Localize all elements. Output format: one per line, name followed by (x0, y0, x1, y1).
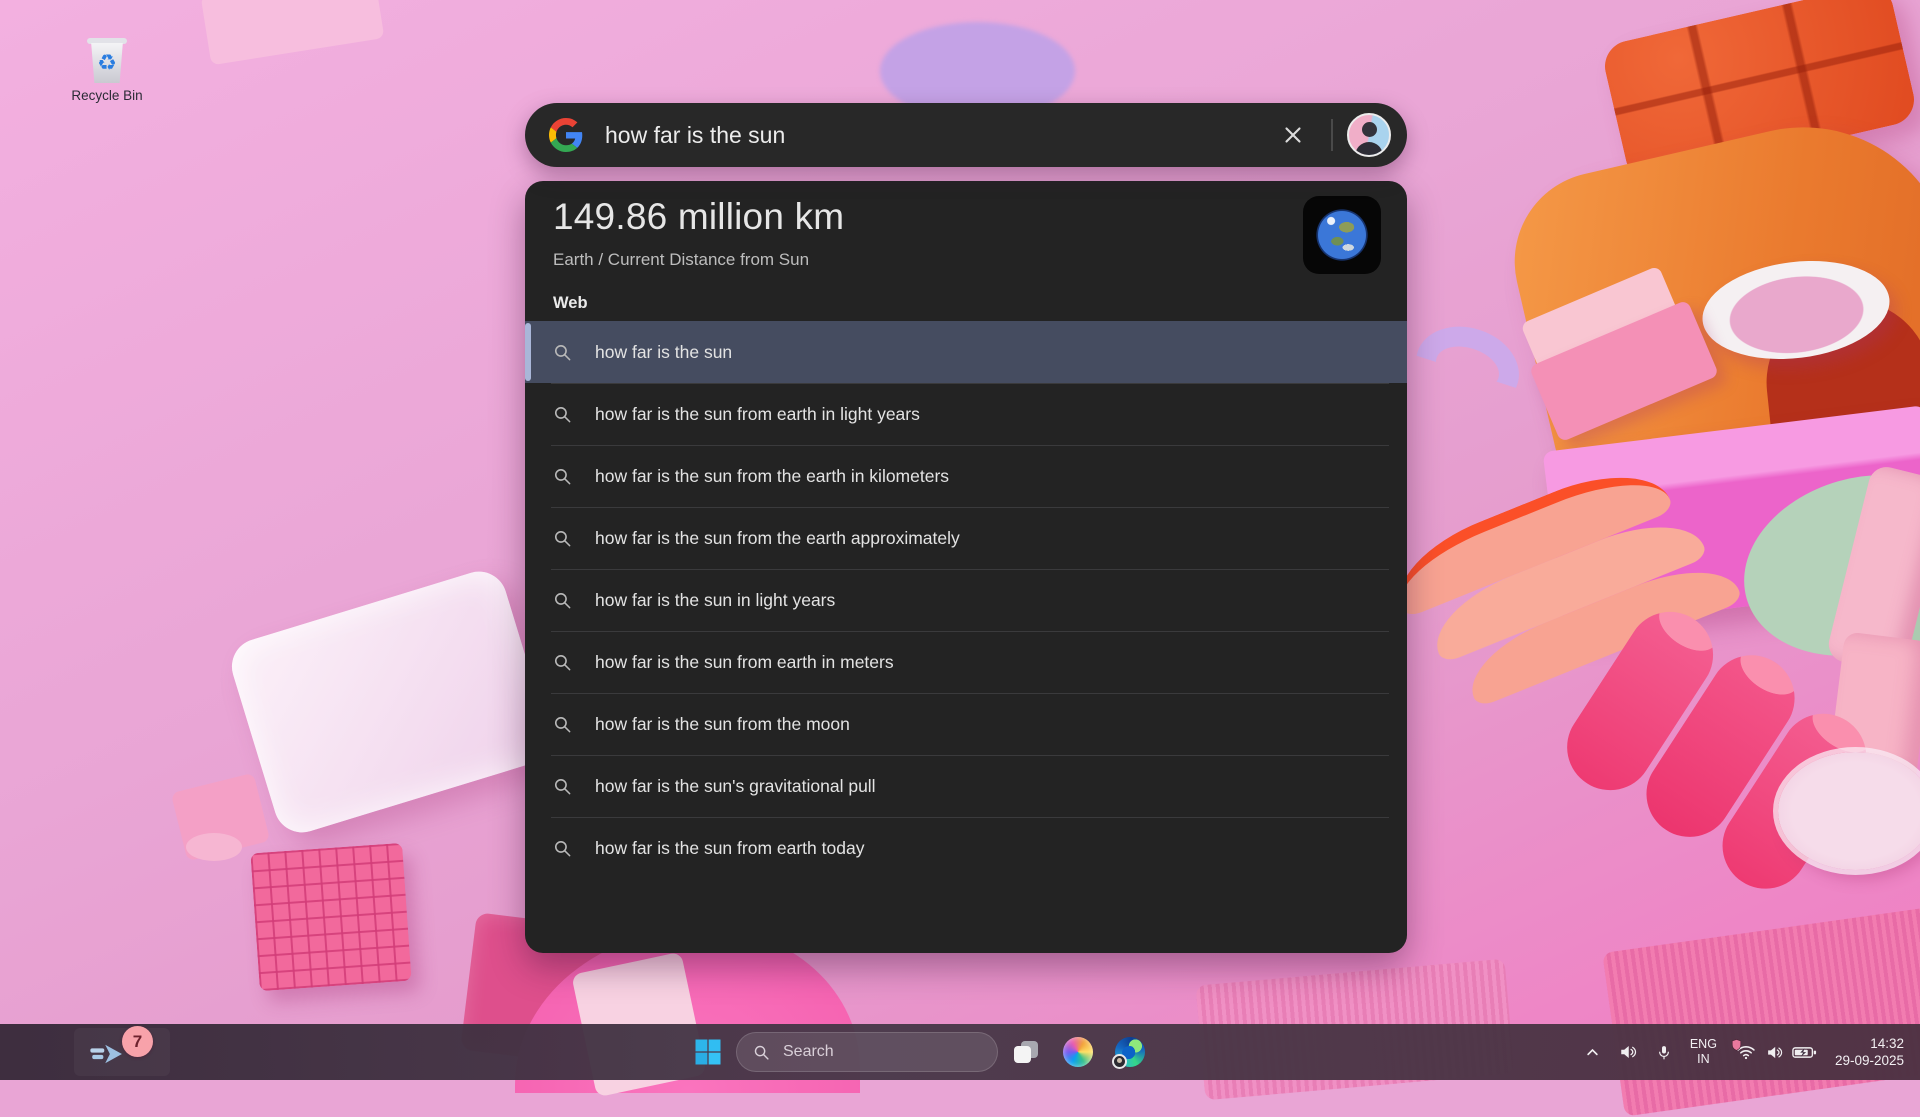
search-icon (553, 467, 572, 486)
search-icon (553, 715, 572, 734)
suggestion-text: how far is the sun from the moon (595, 714, 850, 735)
search-icon (553, 777, 572, 796)
clock[interactable]: 14:32 29-09-2025 (1826, 1032, 1914, 1072)
taskbar-search-label: Search (783, 1043, 834, 1061)
search-icon (553, 405, 572, 424)
wallpaper-shape (225, 565, 556, 840)
vpn-shield-icon (1731, 1039, 1742, 1051)
taskbar: 7 Search (0, 1024, 1920, 1080)
language-region: IN (1697, 1052, 1710, 1067)
system-tray: ENG IN (1576, 1024, 1914, 1080)
suggestion-row[interactable]: how far is the sun's gravitational pull (525, 755, 1407, 817)
wallpaper-shape (1778, 752, 1920, 870)
taskbar-search-box[interactable]: Search (736, 1032, 998, 1072)
wallpaper-shape (1602, 904, 1920, 1116)
answer-value: 149.86 million km (553, 196, 844, 238)
tray-date: 29-09-2025 (1835, 1052, 1904, 1069)
search-icon (553, 653, 572, 672)
recycle-bin-icon: ♻ (52, 38, 162, 83)
suggestion-row[interactable]: how far is the sun from earth today (525, 817, 1407, 879)
volume-tray-button[interactable] (1609, 1032, 1647, 1072)
microphone-tray-button[interactable] (1647, 1032, 1681, 1072)
network-icon (1735, 1042, 1757, 1062)
clear-search-icon[interactable] (1281, 123, 1305, 147)
quick-settings-button[interactable] (1726, 1032, 1826, 1072)
edge-profile-badge (1112, 1054, 1127, 1069)
suggestion-row[interactable]: how far is the sun from the earth in kil… (525, 445, 1407, 507)
google-logo-icon (549, 118, 583, 152)
speaker-icon (1618, 1043, 1638, 1061)
suggestion-text: how far is the sun from earth in meters (595, 652, 894, 673)
search-results-panel: 149.86 million km Earth / Current Distan… (525, 181, 1407, 953)
recycle-bin-label: Recycle Bin (52, 88, 162, 103)
earth-image (1303, 196, 1381, 274)
hidden-icons-button[interactable] (1576, 1032, 1609, 1072)
answer-caption: Earth / Current Distance from Sun (553, 250, 844, 270)
language-switcher[interactable]: ENG IN (1681, 1032, 1726, 1072)
search-icon (553, 591, 572, 610)
recycle-glyph: ♻ (97, 52, 117, 74)
suggestion-row[interactable]: how far is the sun in light years (525, 569, 1407, 631)
start-button[interactable] (688, 1032, 728, 1072)
suggestion-row[interactable]: how far is the sun (525, 321, 1407, 383)
microphone-icon (1656, 1043, 1672, 1062)
windows-logo-icon (693, 1037, 723, 1067)
web-section-label: Web (525, 278, 1407, 321)
notification-badge: 7 (122, 1026, 153, 1057)
suggestion-text: how far is the sun from earth today (595, 838, 864, 859)
bar-divider (1331, 119, 1333, 151)
chevron-up-icon (1585, 1045, 1600, 1060)
suggestion-text: how far is the sun from earth in light y… (595, 404, 920, 425)
search-query-input[interactable] (603, 121, 1281, 150)
battery-charging-icon (1792, 1045, 1817, 1060)
tray-time: 14:32 (1870, 1035, 1904, 1052)
google-search-bar[interactable] (525, 103, 1407, 167)
copilot-icon (1063, 1037, 1093, 1067)
suggestion-text: how far is the sun in light years (595, 590, 835, 611)
wallpaper-shape (250, 843, 411, 991)
recycle-bin[interactable]: ♻ Recycle Bin (52, 38, 162, 103)
suggestion-row[interactable]: how far is the sun from earth in meters (525, 631, 1407, 693)
suggestion-text: how far is the sun from the earth in kil… (595, 466, 949, 487)
suggestion-text: how far is the sun from the earth approx… (595, 528, 960, 549)
answer-card: 149.86 million km Earth / Current Distan… (525, 181, 1407, 278)
speaker-icon (1765, 1044, 1784, 1061)
language-code: ENG (1690, 1037, 1717, 1052)
suggestion-text: how far is the sun's gravitational pull (595, 776, 876, 797)
wallpaper-shape (201, 0, 385, 65)
search-icon (553, 343, 572, 362)
task-view-button[interactable] (1006, 1032, 1046, 1072)
wallpaper-shape (1405, 314, 1530, 423)
search-icon (553, 529, 572, 548)
suggestion-row[interactable]: how far is the sun from earth in light y… (525, 383, 1407, 445)
copilot-button[interactable] (1058, 1032, 1098, 1072)
edge-icon (1115, 1037, 1145, 1067)
wallpaper-shape (186, 833, 242, 861)
suggestion-text: how far is the sun (595, 342, 732, 363)
edge-button[interactable] (1110, 1032, 1150, 1072)
search-icon (553, 839, 572, 858)
suggestion-list: how far is the sun how far is the sun fr… (525, 321, 1407, 879)
widgets-button[interactable]: 7 (74, 1028, 170, 1076)
search-icon (753, 1044, 770, 1061)
profile-avatar[interactable] (1347, 113, 1391, 157)
task-view-icon (1014, 1041, 1038, 1063)
suggestion-row[interactable]: how far is the sun from the moon (525, 693, 1407, 755)
suggestion-row[interactable]: how far is the sun from the earth approx… (525, 507, 1407, 569)
